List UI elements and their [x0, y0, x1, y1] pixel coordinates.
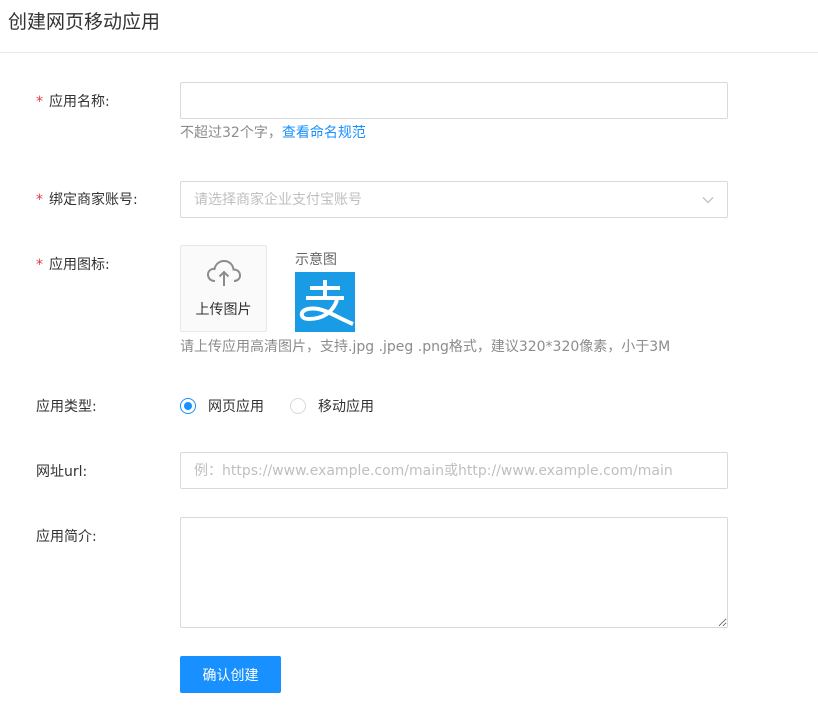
description-label: 应用简介:: [36, 529, 97, 545]
app-name-label: * 应用名称:: [36, 92, 110, 112]
url-field[interactable]: [180, 452, 728, 489]
chevron-down-icon: [702, 197, 714, 204]
description-field[interactable]: [180, 517, 728, 628]
alipay-logo-glyph: [295, 272, 355, 332]
radio-web-app-label: 网页应用: [208, 399, 264, 415]
cloud-upload-icon: [206, 259, 242, 286]
radio-mobile-app-label: 移动应用: [318, 399, 374, 415]
app-icon-label-text: 应用图标:: [49, 257, 110, 273]
radio-button-unchecked[interactable]: [290, 398, 306, 414]
app-name-input[interactable]: [181, 83, 727, 118]
required-mark: *: [36, 192, 43, 208]
sample-label: 示意图: [295, 252, 337, 268]
app-name-label-text: 应用名称:: [49, 94, 110, 110]
merchant-account-label: * 绑定商家账号:: [36, 190, 138, 210]
url-label: 网址url:: [36, 464, 88, 480]
merchant-account-label-text: 绑定商家账号:: [49, 192, 138, 208]
alipay-logo-icon: [295, 272, 355, 332]
naming-rules-link[interactable]: 查看命名规范: [282, 125, 366, 141]
merchant-account-placeholder: 请选择商家企业支付宝账号: [194, 192, 362, 208]
merchant-account-select[interactable]: 请选择商家企业支付宝账号: [180, 181, 728, 218]
required-mark: *: [36, 94, 43, 110]
app-icon-label: * 应用图标:: [36, 255, 110, 275]
radio-button-checked[interactable]: [180, 398, 196, 414]
app-type-label: 应用类型:: [36, 399, 97, 415]
upload-image-label: 上传图片: [195, 302, 252, 318]
app-icon-hint: 请上传应用高清图片，支持.jpg .jpeg .png格式，建议320*320像…: [180, 339, 671, 355]
required-mark: *: [36, 257, 43, 273]
upload-image-button[interactable]: 上传图片: [180, 245, 267, 332]
app-name-hint-text: 不超过32个字，: [180, 125, 282, 141]
description-textarea[interactable]: [181, 518, 727, 627]
app-name-hint: 不超过32个字，查看命名规范: [180, 123, 366, 143]
url-input[interactable]: [181, 453, 727, 488]
confirm-create-button[interactable]: 确认创建: [180, 656, 281, 693]
app-name-field[interactable]: [180, 82, 728, 119]
page-header: 创建网页移动应用: [0, 0, 818, 53]
page-title: 创建网页移动应用: [8, 11, 161, 33]
